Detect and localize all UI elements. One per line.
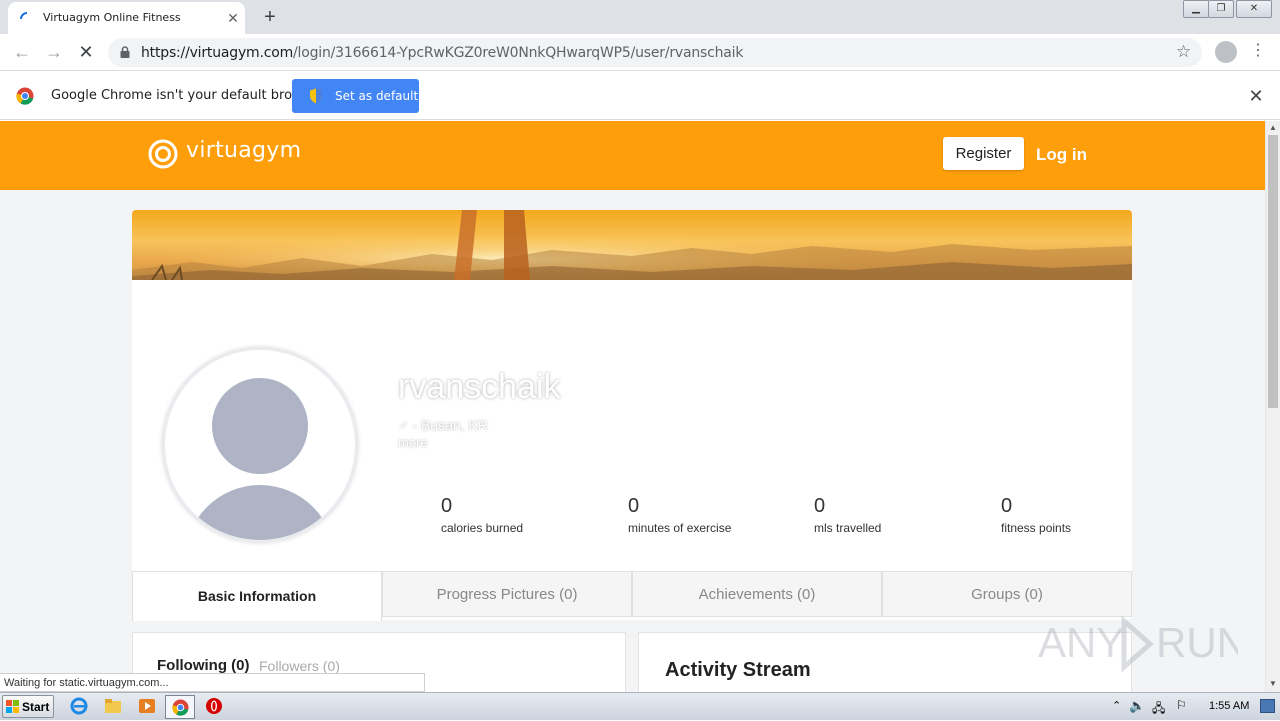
chrome-icon <box>172 699 189 716</box>
stat-value: 0 <box>1001 495 1013 517</box>
register-button[interactable]: Register <box>943 137 1024 170</box>
tab-basic-information[interactable]: Basic Information <box>132 571 382 621</box>
profile-location: ♂ - Busan, KR <box>398 417 488 433</box>
stat-value: 0 <box>441 495 453 517</box>
restore-button[interactable]: ❐ <box>1208 0 1234 18</box>
tab-title: Virtuagym Online Fitness <box>43 11 181 24</box>
windows-taskbar: Start ⌃ 🔈 🖧 ⚐ 1:55 AM <box>0 692 1280 720</box>
stat-value: 0 <box>814 495 826 517</box>
avatar-head-shape <box>212 378 308 474</box>
browser-toolbar: ← → ✕ https://virtuagym.com/login/316661… <box>0 34 1280 71</box>
followers-tab[interactable]: Followers (0) <box>259 658 340 674</box>
set-as-default-button[interactable]: Set as default <box>292 79 419 113</box>
profile-username: rvanschaik <box>398 368 561 406</box>
show-desktop-icon[interactable] <box>1260 699 1275 713</box>
forward-arrow-icon[interactable]: → <box>44 42 64 62</box>
media-player-icon[interactable] <box>138 697 156 715</box>
cover-scenery-image <box>132 210 1132 280</box>
internet-explorer-icon[interactable] <box>70 697 88 715</box>
chrome-logo-icon <box>16 87 34 105</box>
svg-text:RUN: RUN <box>1156 619 1238 666</box>
profile-card: rvanschaik ♂ - Busan, KR more 0 calories… <box>132 210 1132 620</box>
page-viewport: virtuagym Register Log in rvanschaik ♂ -… <box>0 121 1265 692</box>
windows-flag-icon <box>6 700 19 713</box>
stat-value: 0 <box>628 495 640 517</box>
logo-text[interactable]: virtuagym <box>186 138 301 163</box>
stat-label: fitness points <box>1001 521 1072 535</box>
url-path: /login/3166614-YpcRwKGZ0reW0NnkQHwarqWP5… <box>293 45 744 61</box>
tab-close-icon[interactable]: ✕ <box>225 10 241 26</box>
url-text: https://virtuagym.com/login/3166614-YpcR… <box>141 45 743 61</box>
scroll-up-arrow-icon[interactable]: ▲ <box>1269 123 1277 132</box>
opera-icon[interactable] <box>205 697 223 715</box>
address-bar[interactable]: https://virtuagym.com/login/3166614-YpcR… <box>108 38 1202 67</box>
tab-progress-pictures[interactable]: Progress Pictures (0) <box>382 571 632 617</box>
cover-photo <box>132 210 1132 280</box>
virtuagym-logo-icon[interactable] <box>148 139 178 169</box>
close-window-button[interactable]: ✕ <box>1236 0 1272 18</box>
scrollbar-thumb[interactable] <box>1268 135 1278 408</box>
profile-more-link[interactable]: more <box>398 435 428 450</box>
stat-label: minutes of exercise <box>628 521 732 535</box>
browser-status-bar: Waiting for static.virtuagym.com... <box>0 673 425 692</box>
user-avatar[interactable] <box>162 347 358 543</box>
default-browser-infobar: Google Chrome isn't your default browser… <box>0 72 1280 120</box>
tray-expand-icon[interactable]: ⌃ <box>1112 699 1121 712</box>
site-header: virtuagym Register Log in <box>0 121 1265 190</box>
profile-avatar-icon[interactable] <box>1215 41 1237 63</box>
stat-distance: 0 mls travelled <box>814 495 881 535</box>
bookmark-star-icon[interactable]: ☆ <box>1176 42 1191 62</box>
anyrun-watermark-logo: ANY RUN <box>1038 615 1238 673</box>
file-explorer-icon[interactable] <box>104 697 122 715</box>
back-arrow-icon[interactable]: ← <box>12 42 32 62</box>
activity-stream-title: Activity Stream <box>665 659 811 681</box>
browser-tab-strip: Virtuagym Online Fitness ✕ + ▁ ❐ ✕ <box>0 0 1280 34</box>
stat-label: calories burned <box>441 521 524 535</box>
new-tab-button[interactable]: + <box>259 6 281 28</box>
action-center-flag-icon[interactable]: ⚐ <box>1176 698 1187 712</box>
loading-spinner-icon <box>20 12 28 20</box>
stat-fitness-points: 0 fitness points <box>1001 495 1071 535</box>
tab-achievements[interactable]: Achievements (0) <box>632 571 882 617</box>
avatar-body-shape <box>185 485 335 540</box>
stat-label: mls travelled <box>814 521 882 535</box>
login-link[interactable]: Log in <box>1036 145 1087 165</box>
lock-icon <box>120 46 130 58</box>
page-scrollbar[interactable]: ▲ ▼ <box>1265 121 1280 692</box>
minimize-button[interactable]: ▁ <box>1183 0 1209 18</box>
menu-kebab-icon[interactable]: ⋮ <box>1250 40 1266 60</box>
svg-text:ANY: ANY <box>1038 619 1124 666</box>
set-as-default-label: Set as default <box>335 89 419 103</box>
infobar-message: Google Chrome isn't your default browser <box>51 88 323 103</box>
stat-minutes: 0 minutes of exercise <box>628 495 731 535</box>
stop-loading-icon[interactable]: ✕ <box>76 42 96 62</box>
taskbar-clock[interactable]: 1:55 AM <box>1209 700 1249 712</box>
network-icon[interactable]: 🖧 <box>1152 699 1165 720</box>
start-label: Start <box>22 700 50 714</box>
stat-calories: 0 calories burned <box>441 495 523 535</box>
browser-tab[interactable]: Virtuagym Online Fitness ✕ <box>8 2 245 34</box>
profile-tabs: Basic Information Progress Pictures (0) … <box>132 571 1132 621</box>
url-host: https://virtuagym.com <box>141 45 294 61</box>
shield-icon <box>310 88 322 104</box>
start-button[interactable]: Start <box>2 695 54 718</box>
following-tab[interactable]: Following (0) <box>157 657 249 674</box>
system-tray: ⌃ 🔈 🖧 ⚐ <box>1104 693 1280 721</box>
scroll-down-arrow-icon[interactable]: ▼ <box>1269 679 1277 688</box>
chrome-taskbar-button[interactable] <box>165 695 195 719</box>
volume-icon[interactable]: 🔈 <box>1129 698 1145 714</box>
infobar-close-icon[interactable]: ✕ <box>1247 86 1265 107</box>
